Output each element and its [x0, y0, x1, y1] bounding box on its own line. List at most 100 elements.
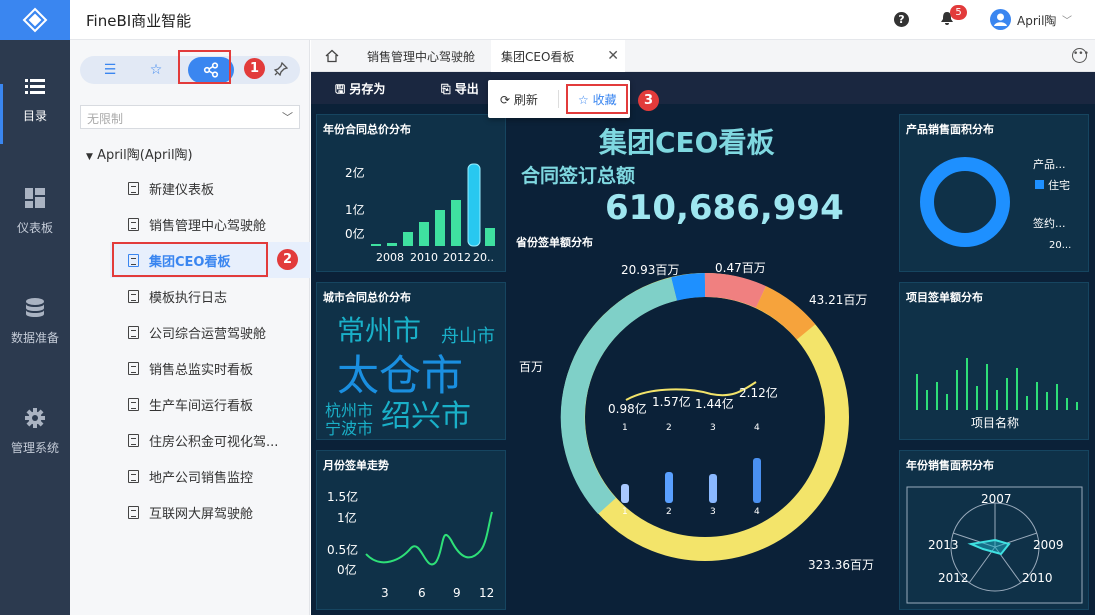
slice-label: 0.47百万 — [715, 261, 766, 275]
radar-label: 2012 — [938, 571, 969, 585]
data-label: 1.44亿 — [695, 396, 734, 411]
refresh-button[interactable]: ⟳ 刷新 — [500, 91, 538, 108]
avatar[interactable] — [990, 9, 1011, 30]
tree-item[interactable]: 住房公积金可视化驾... — [110, 422, 310, 458]
bar — [753, 458, 761, 503]
x-tick: 4 — [754, 423, 760, 433]
y-tick: 0亿 — [337, 562, 357, 577]
close-icon[interactable]: ✕ — [607, 48, 619, 64]
document-icon — [128, 289, 139, 303]
document-icon — [128, 217, 139, 231]
nav-label-admin: 管理系统 — [10, 441, 59, 455]
bar — [419, 222, 429, 246]
nav-dashboard[interactable]: 仪表板 — [0, 188, 70, 236]
bar-series — [916, 358, 1078, 410]
bar — [485, 228, 495, 246]
tree-item[interactable]: 模板执行日志 — [110, 278, 310, 314]
bar — [665, 472, 673, 503]
annotation-box-3 — [566, 84, 628, 114]
user-name[interactable]: April陶 — [1017, 12, 1056, 29]
annotation-badge-2: 2 — [277, 249, 298, 270]
tree-item[interactable]: 生产车间运行看板 — [110, 386, 310, 422]
legend-swatch — [1035, 180, 1044, 189]
annotation-badge-3: 3 — [638, 90, 659, 111]
tree-item-label: 模板执行日志 — [149, 290, 228, 306]
nav-data-prep[interactable]: 数据准备 — [0, 298, 70, 346]
nav-admin[interactable]: 管理系统 — [0, 408, 70, 456]
nav-label-data-prep: 数据准备 — [10, 331, 59, 345]
bar-series — [621, 458, 761, 503]
document-icon — [128, 397, 139, 411]
document-icon — [128, 181, 139, 195]
dashboard-canvas: 🖫 另存为 ⎘ 导出 年份合同总价分布 城市合同总价分布 月份签单走势 产品销售… — [311, 72, 1095, 615]
tree-item-label: 地产公司销售监控 — [149, 470, 254, 486]
home-icon — [325, 49, 339, 63]
radar-label: 2007 — [981, 492, 1012, 506]
tree-item-label: 住房公积金可视化驾... — [149, 434, 279, 450]
radar-label: 2013 — [928, 538, 959, 552]
pin-icon[interactable] — [273, 61, 289, 80]
filter-select[interactable]: 无限制 ﹀ — [80, 105, 300, 129]
data-label: 1.57亿 — [652, 394, 691, 409]
star-icon: ☆ — [149, 62, 163, 78]
bar — [451, 200, 461, 246]
chevron-down-icon[interactable]: ﹀ — [1062, 12, 1072, 27]
axis-label: 项目名称 — [971, 415, 1019, 430]
legend-label: 20... — [1049, 240, 1071, 251]
data-label: 2.12亿 — [739, 385, 778, 400]
help-icon[interactable]: ? — [894, 12, 909, 27]
x-tick: 9 — [453, 586, 461, 600]
x-tick: 20.. — [473, 251, 494, 264]
document-icon — [128, 361, 139, 375]
nav-label-catalog: 目录 — [22, 109, 47, 123]
document-icon — [128, 325, 139, 339]
donut-slice — [671, 273, 706, 301]
app-title: FineBI商业智能 — [86, 12, 192, 30]
divider — [558, 90, 559, 108]
center-chart-title: 省份签单额分布 — [515, 235, 593, 249]
line-series — [625, 381, 757, 401]
tab-bar: 销售管理中心驾驶舱 集团CEO看板 ✕ ••• — [311, 40, 1095, 72]
home-tab[interactable] — [311, 40, 353, 72]
x-tick: 2 — [666, 423, 672, 433]
slice-label: 百万 — [519, 360, 543, 374]
x-tick: 3 — [710, 423, 716, 433]
list-icon — [0, 78, 70, 99]
favorites-view-button[interactable]: ☆ — [126, 56, 186, 84]
slice-label: 20.93百万 — [621, 263, 679, 277]
filter-value: 无限制 — [87, 112, 124, 126]
x-tick: 12 — [479, 586, 494, 600]
tree-item[interactable]: 地产公司销售监控 — [110, 458, 310, 494]
x-tick: 2010 — [410, 251, 438, 264]
dashboard-title: 集团CEO看板 — [598, 126, 774, 159]
tree-root[interactable]: ▼ April陶(April陶) — [86, 144, 193, 163]
x-tick: 6 — [418, 586, 426, 600]
tree-item[interactable]: 销售总监实时看板 — [110, 350, 310, 386]
x-tick: 4 — [754, 507, 760, 517]
x-tick: 3 — [381, 586, 389, 600]
gear-icon — [0, 408, 70, 431]
tab-sales-center[interactable]: 销售管理中心驾驶舱 — [357, 40, 485, 72]
nav-catalog[interactable]: 目录 — [0, 78, 70, 124]
x-tick: 1 — [622, 507, 628, 517]
x-tick: 1 — [622, 423, 628, 433]
dashboard-graphics: 2亿 1亿 0亿 2008 2010 2012 20.. 常州市 舟山市 太仓市… — [325, 126, 1083, 604]
tree-item-label: 销售管理中心驾驶舱 — [149, 218, 267, 234]
annotation-box-2 — [112, 242, 268, 277]
more-icon[interactable]: ••• — [1072, 48, 1089, 63]
tab-ceo-board[interactable]: 集团CEO看板 ✕ — [491, 40, 625, 72]
tree-item[interactable]: 新建仪表板 — [110, 170, 310, 206]
tree-item-label: 生产车间运行看板 — [149, 398, 254, 414]
tree-item[interactable]: 销售管理中心驾驶舱 — [110, 206, 310, 242]
tree-item[interactable]: 公司综合运营驾驶舱 — [110, 314, 310, 350]
data-label: 0.98亿 — [608, 401, 647, 416]
word: 舟山市 — [441, 326, 495, 347]
logo-icon[interactable] — [0, 0, 70, 40]
bar — [387, 243, 397, 246]
refresh-icon: ⟳ — [500, 93, 511, 107]
legend-label: 产品... — [1033, 157, 1066, 171]
legend-label: 住宅 — [1048, 178, 1070, 192]
kpi-value: 610,686,994 — [605, 188, 844, 228]
word: 绍兴市 — [381, 399, 471, 434]
tree-item[interactable]: 互联网大屏驾驶舱 — [110, 494, 310, 530]
